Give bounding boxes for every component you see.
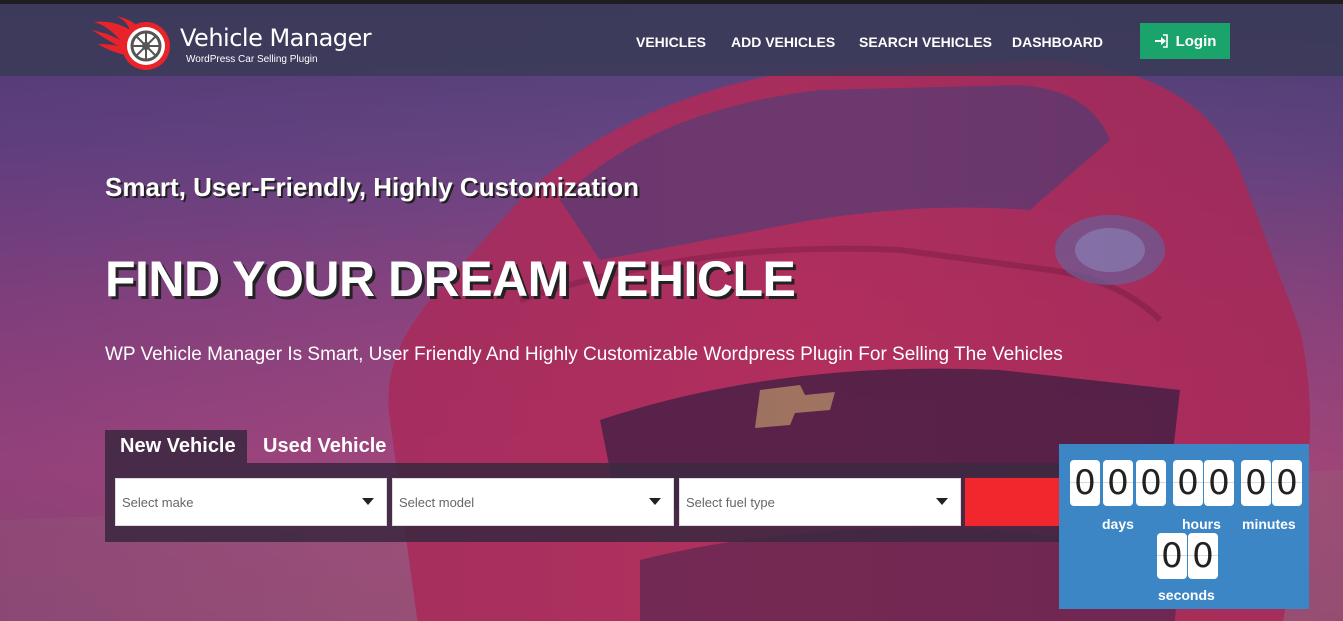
nav-dashboard[interactable]: DASHBOARD	[1012, 34, 1103, 50]
make-select[interactable]: Select make	[115, 478, 387, 526]
make-select-label: Select make	[122, 495, 194, 510]
search-button[interactable]	[965, 478, 1065, 526]
minutes-label: minutes	[1242, 516, 1296, 532]
minutes-digit-1: 0	[1241, 460, 1271, 506]
wheel-flame-icon	[92, 16, 170, 70]
hours-digit-1: 0	[1173, 460, 1203, 506]
chevron-down-icon	[936, 498, 948, 505]
fuel-select-label: Select fuel type	[686, 495, 775, 510]
model-select-label: Select model	[399, 495, 475, 510]
model-select[interactable]: Select model	[392, 478, 674, 526]
days-digit-1: 0	[1070, 460, 1100, 506]
hero-tagline: Smart, User-Friendly, Highly Customizati…	[105, 172, 640, 202]
nav-add-vehicles[interactable]: ADD VEHICLES	[731, 34, 835, 50]
minutes-digit-2: 0	[1272, 460, 1302, 506]
hero-description: WP Vehicle Manager Is Smart, User Friend…	[105, 344, 1063, 365]
brand-title: Vehicle Manager	[180, 24, 372, 52]
fuel-select[interactable]: Select fuel type	[679, 478, 961, 526]
countdown-widget: 0 0 0 0 0 0 0 days hours minutes 0 0 sec…	[1059, 444, 1309, 609]
hours-label: hours	[1182, 516, 1221, 532]
nav-search-vehicles[interactable]: SEARCH VEHICLES	[859, 34, 992, 50]
seconds-label: seconds	[1158, 587, 1215, 603]
seconds-digit-1: 0	[1157, 533, 1187, 579]
login-label: Login	[1175, 32, 1217, 50]
hours-digit-2: 0	[1204, 460, 1234, 506]
hero-headline: FIND YOUR DREAM VEHICLE	[105, 251, 796, 307]
sign-in-icon	[1154, 34, 1168, 48]
days-digit-2: 0	[1103, 460, 1133, 506]
brand-logo[interactable]: Vehicle Manager WordPress Car Selling Pl…	[90, 16, 372, 72]
chevron-down-icon	[649, 498, 661, 505]
days-digit-3: 0	[1136, 460, 1166, 506]
brand-subtitle: WordPress Car Selling Plugin	[186, 54, 318, 65]
days-label: days	[1102, 516, 1134, 532]
nav-vehicles[interactable]: VEHICLES	[636, 34, 706, 50]
seconds-digit-2: 0	[1188, 533, 1218, 579]
site-header: Vehicle Manager WordPress Car Selling Pl…	[0, 4, 1343, 76]
chevron-down-icon	[362, 498, 374, 505]
login-button[interactable]: Login	[1140, 23, 1230, 59]
tab-used-vehicle[interactable]: Used Vehicle	[248, 430, 393, 463]
tab-new-vehicle[interactable]: New Vehicle	[105, 430, 247, 463]
